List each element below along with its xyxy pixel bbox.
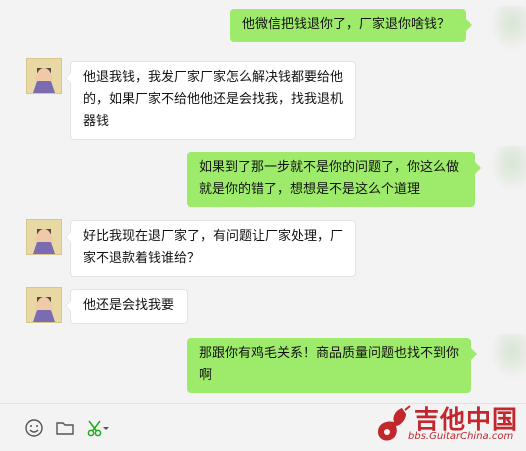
chat-history[interactable]: 他微信把钱退你了，厂家退你啥钱？ 他退我钱，我发厂家厂家怎么解决钱都要给他的，如… [0, 0, 526, 402]
message-text: 他还是会找我要 [83, 298, 175, 313]
avatar[interactable] [26, 219, 62, 255]
contact-avatar-cropped [492, 146, 526, 190]
input-toolbar [0, 403, 526, 451]
message-bubble-outgoing[interactable]: 如果到了那一步就不是你的问题了，你这么做就是你的错了，想想是不是这么个道理 [187, 152, 481, 207]
message-bubble-incoming[interactable]: 好比我现在退厂家了，有问题让厂家处理，厂家不退款着钱谁给？ [65, 220, 356, 277]
avatar-image [27, 288, 61, 322]
message-text: 如果到了那一步就不是你的问题了，你这么做就是你的错了，想想是不是这么个道理 [199, 160, 460, 197]
avatar-image [27, 59, 61, 93]
avatar-image [27, 220, 61, 254]
contact-avatar-cropped [492, 334, 526, 378]
avatar[interactable] [26, 287, 62, 323]
message-bubble-outgoing[interactable]: 那跟你有鸡毛关系！商品质量问题也找不到你啊 [187, 338, 477, 393]
dropdown-arrow-icon[interactable] [101, 418, 111, 438]
message-text: 好比我现在退厂家了，有问题让厂家处理，厂家不退款着钱谁给？ [83, 229, 344, 266]
avatar[interactable] [26, 58, 62, 94]
message-bubble-incoming[interactable]: 他还是会找我要 [65, 289, 188, 324]
folder-icon[interactable] [55, 418, 77, 438]
message-text: 那跟你有鸡毛关系！商品质量问题也找不到你啊 [199, 346, 460, 383]
contact-avatar-cropped [492, 6, 526, 50]
message-text: 他退我钱，我发厂家厂家怎么解决钱都要给他的，如果厂家不给他他还是会找我，找我退机… [83, 70, 344, 129]
message-bubble-outgoing[interactable]: 他微信把钱退你了，厂家退你啥钱？ [230, 9, 472, 42]
message-text: 他微信把钱退你了，厂家退你啥钱？ [242, 17, 451, 32]
emoji-icon[interactable] [24, 418, 46, 438]
message-bubble-incoming[interactable]: 他退我钱，我发厂家厂家怎么解决钱都要给他的，如果厂家不给他他还是会找我，找我退机… [65, 61, 356, 140]
